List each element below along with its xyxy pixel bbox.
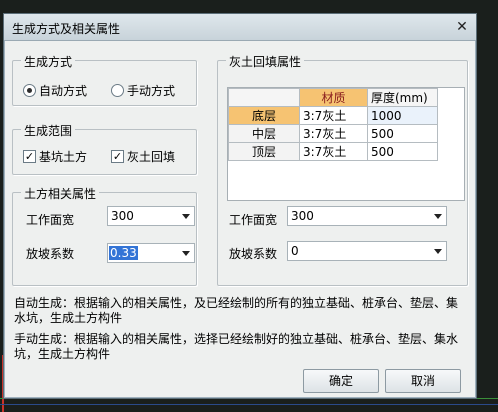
backfill-label: 灰土回填 [127, 150, 176, 164]
pit-checkbox[interactable]: ✓ 基坑土方 [23, 148, 87, 165]
earth-props-legend: 土方相关属性 [21, 185, 100, 202]
pit-label: 基坑土方 [39, 150, 88, 164]
chevron-down-icon[interactable] [434, 249, 442, 254]
backfill-slope-combo[interactable]: 0 [287, 241, 447, 261]
chevron-down-icon[interactable] [182, 251, 190, 256]
slope-combo[interactable]: 0.33 [107, 243, 195, 263]
backfill-checkbox[interactable]: ✓ 灰土回填 [111, 148, 175, 165]
row-material[interactable]: 3:7灰土 [299, 124, 368, 143]
auto-description: 自动生成：根据输入的相关属性，及已经绘制的所有的独立基础、桩承台、垫层、集水坑，… [14, 296, 459, 325]
cad-blue-line [0, 404, 498, 405]
gen-scope-legend: 生成范围 [21, 122, 76, 139]
cancel-button[interactable]: 取消 [385, 369, 461, 393]
ok-button[interactable]: 确定 [303, 369, 379, 393]
header-thickness[interactable]: 厚度(mm) [367, 88, 438, 107]
gen-mode-legend: 生成方式 [21, 53, 76, 70]
work-width-label: 工作面宽 [26, 213, 75, 227]
auto-mode-label: 自动方式 [39, 84, 88, 98]
backfill-slope-label: 放坡系数 [229, 247, 278, 261]
row-thickness[interactable]: 500 [367, 124, 438, 143]
row-layer[interactable]: 底层 [228, 106, 300, 125]
check-icon: ✓ [23, 150, 36, 163]
gen-mode-group: 生成方式 自动方式 手动方式 [12, 53, 197, 106]
table-row[interactable]: 底层 3:7灰土 1000 [228, 106, 438, 125]
work-width-combo[interactable]: 300 [107, 206, 195, 226]
radio-dot-icon [111, 84, 124, 97]
table-header-row: 材质 厚度(mm) [228, 88, 438, 107]
slope-value: 0.33 [109, 246, 138, 260]
backfill-layers-table: 材质 厚度(mm) 底层 3:7灰土 1000 中层 3:7灰土 500 顶层 … [227, 87, 465, 201]
gen-scope-group: 生成范围 ✓ 基坑土方 ✓ 灰土回填 [12, 122, 197, 175]
title-bar[interactable]: 生成方式及相关属性 ✕ [4, 14, 476, 41]
manual-description: 手动生成：根据输入的相关属性，选择已经绘制好的独立基础、桩承台、垫层、集水坑，生… [14, 332, 459, 361]
manual-mode-radio[interactable]: 手动方式 [111, 82, 175, 99]
table-row[interactable]: 顶层 3:7灰土 500 [228, 142, 438, 161]
chevron-down-icon[interactable] [434, 214, 442, 219]
row-layer[interactable]: 顶层 [228, 142, 300, 161]
auto-mode-radio[interactable]: 自动方式 [23, 82, 87, 99]
backfill-slope-value: 0 [291, 244, 299, 258]
slope-label: 放坡系数 [26, 247, 75, 261]
row-thickness[interactable]: 500 [367, 142, 438, 161]
backfill-work-width-value: 300 [291, 209, 314, 223]
row-layer[interactable]: 中层 [228, 124, 300, 143]
check-icon: ✓ [111, 150, 124, 163]
dialog-title: 生成方式及相关属性 [12, 22, 121, 36]
properties-dialog: 生成方式及相关属性 ✕ 生成方式 自动方式 手动方式 生成范围 ✓ 基坑土方 ✓… [3, 13, 477, 399]
table-row[interactable]: 中层 3:7灰土 500 [228, 124, 438, 143]
backfill-work-width-combo[interactable]: 300 [287, 206, 447, 226]
backfill-work-width-label: 工作面宽 [229, 213, 278, 227]
row-thickness[interactable]: 1000 [367, 106, 438, 125]
close-icon[interactable]: ✕ [454, 19, 470, 35]
row-material[interactable]: 3:7灰土 [299, 106, 368, 125]
manual-mode-label: 手动方式 [127, 84, 176, 98]
radio-dot-icon [23, 84, 36, 97]
chevron-down-icon[interactable] [182, 214, 190, 219]
row-material[interactable]: 3:7灰土 [299, 142, 368, 161]
header-material[interactable]: 材质 [299, 88, 368, 107]
backfill-props-legend: 灰土回填属性 [226, 53, 305, 70]
corner-cell [228, 88, 300, 107]
work-width-value: 300 [111, 209, 134, 223]
